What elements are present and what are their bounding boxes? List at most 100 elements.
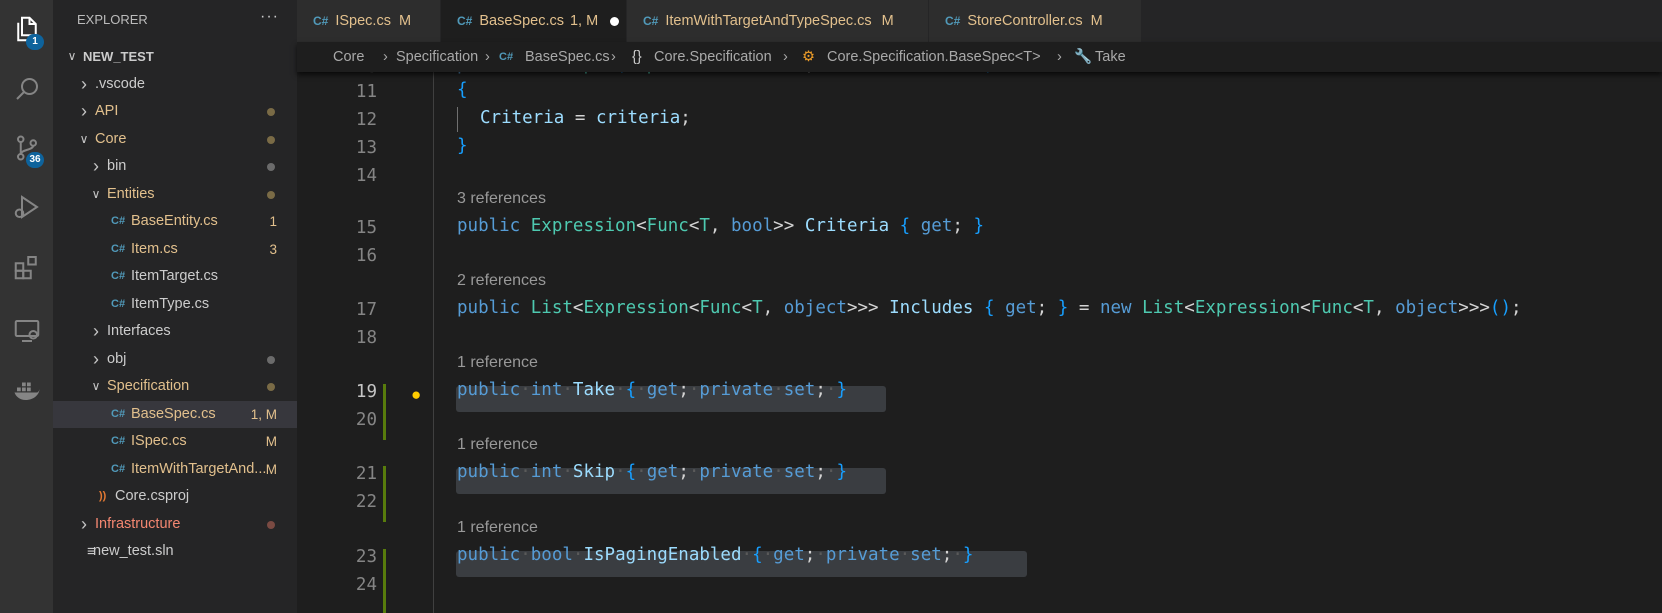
codelens-references[interactable]: 3 references <box>457 190 546 208</box>
code-line-21[interactable]: public·int·Skip·{·get;·private·set;·} <box>457 462 847 482</box>
git-status-decoration: 1 <box>269 214 277 229</box>
file-tree: ∨ NEW_TEST › .vscode › API ∨ Core › bin ∨ Entities C… <box>53 43 297 566</box>
tab-basespec[interactable]: C# BaseSpec.cs 1, M <box>441 0 627 42</box>
line-number: 21 <box>355 464 377 484</box>
codelens-references[interactable]: 2 references <box>457 272 546 290</box>
tree-item-itemtype-cs[interactable]: C# ItemType.cs <box>53 291 297 319</box>
chevron-right-icon: › <box>93 321 99 341</box>
code-line-15[interactable]: public Expression<Func<T, bool>> Criteri… <box>457 216 984 236</box>
tree-item-label: Core <box>95 130 127 147</box>
breadcrumb-class[interactable]: Core.Specification.BaseSpec<T> <box>827 42 1041 72</box>
extensions-icon <box>14 256 37 280</box>
explorer-sidebar: EXPLORER ··· ∨ NEW_TEST › .vscode › API ∨ Core ›… <box>53 0 297 613</box>
git-status-decoration: M <box>265 434 277 449</box>
breadcrumb-namespace[interactable]: Core.Specification <box>654 42 772 72</box>
code-line-23[interactable]: public·bool·IsPagingEnabled·{·get;·priva… <box>457 545 973 565</box>
tree-item-infrastructure[interactable]: › Infrastructure <box>53 511 297 539</box>
chevron-right-icon: › <box>93 348 99 369</box>
chevron-down-icon: ∨ <box>91 379 101 393</box>
tree-item-basespec-cs[interactable]: C# BaseSpec.cs 1, M <box>53 400 297 428</box>
source-control-activity[interactable]: 36 <box>0 124 53 172</box>
tree-item-vscode[interactable]: › .vscode <box>53 71 297 99</box>
line-number: 24 <box>355 575 377 595</box>
line-number: 18 <box>355 328 377 348</box>
tree-item-bin[interactable]: › bin <box>53 153 297 181</box>
breadcrumb-property[interactable]: Take <box>1095 42 1126 72</box>
modified-dot-icon <box>267 135 275 144</box>
tree-item-core-csproj[interactable]: )) Core.csproj <box>53 483 297 511</box>
tree-item-label: API <box>95 103 119 119</box>
tree-item-label: Interfaces <box>107 323 171 339</box>
tree-item-obj[interactable]: › obj <box>53 346 297 374</box>
tree-item-label: bin <box>107 158 127 174</box>
tree-item-baseentity-cs[interactable]: C# BaseEntity.cs 1 <box>53 208 297 236</box>
property-wrench-icon: 🔧 <box>1074 49 1093 65</box>
code-line-19[interactable]: public·int·Take·{·get;·private·set;·} <box>457 380 847 400</box>
tree-item-interfaces[interactable]: › Interfaces <box>53 318 297 346</box>
tree-item-core[interactable]: ∨ Core <box>53 126 297 154</box>
tree-item-itemwithtargetand[interactable]: C# ItemWithTargetAnd... M <box>53 456 297 484</box>
modified-dot-icon <box>267 383 275 391</box>
code-editor[interactable]: ● 10 11 12 13 14 15 16 17 18 19 20 21 22… <box>297 72 1662 613</box>
tab-itemwithtargetandtypespec[interactable]: C# ItemWithTargetAndTypeSpec.cs M <box>627 0 929 42</box>
modified-dot-icon <box>267 355 275 364</box>
chevron-right-icon: › <box>81 513 87 534</box>
class-icon: ⚙ <box>802 49 815 65</box>
chevron-down-icon: ∨ <box>79 131 89 146</box>
chevron-right-icon: › <box>81 73 87 94</box>
tab-label: ISpec.cs <box>335 13 391 29</box>
code-line-12[interactable]: Criteria = criteria; <box>480 108 691 128</box>
explorer-title: EXPLORER <box>77 12 148 27</box>
codelens-references[interactable]: 1 reference <box>457 354 538 372</box>
activity-bar: 1 36 <box>0 0 53 613</box>
breadcrumb-core[interactable]: Core <box>333 42 364 72</box>
modified-dot-icon <box>267 108 275 116</box>
tab-label: BaseSpec.cs <box>479 13 564 29</box>
csharp-file-icon: C# <box>111 270 126 282</box>
git-added-bar <box>383 466 386 522</box>
chevron-right-icon: › <box>1057 49 1062 65</box>
csharp-file-icon: C# <box>643 14 659 28</box>
code-line-10[interactable]: public BaseSpec(Expression<Func<T, bool>… <box>457 72 995 75</box>
breadcrumb-specification[interactable]: Specification <box>396 42 478 72</box>
explorer-badge: 1 <box>26 34 44 50</box>
tree-item-itemtarget-cs[interactable]: C# ItemTarget.cs <box>53 263 297 291</box>
modified-dot-icon <box>267 190 275 199</box>
chevron-right-icon: › <box>783 49 788 65</box>
csharp-file-icon: C# <box>313 14 329 28</box>
codelens-references[interactable]: 1 reference <box>457 519 538 537</box>
breadcrumb-file[interactable]: BaseSpec.cs <box>525 42 610 72</box>
remote-explorer-activity[interactable] <box>0 307 53 355</box>
csharp-file-icon: C# <box>111 297 126 310</box>
more-actions-icon[interactable]: ··· <box>260 8 279 26</box>
line-number: 17 <box>355 300 377 320</box>
docker-activity[interactable] <box>0 366 53 414</box>
tree-item-label: Core.csproj <box>115 488 190 504</box>
tree-item-ispec-cs[interactable]: C# ISpec.cs M <box>53 428 297 456</box>
tree-item-item-cs[interactable]: C# Item.cs 3 <box>53 236 297 264</box>
active-indent-guide <box>457 107 458 132</box>
tree-item-label: NEW_TEST <box>83 49 154 64</box>
tab-label: StoreController.cs <box>967 13 1083 29</box>
explorer-activity[interactable]: 1 <box>0 5 53 53</box>
line-number: 22 <box>355 492 377 512</box>
extensions-activity[interactable] <box>0 243 53 291</box>
code-line-11[interactable]: { <box>457 80 468 100</box>
codelens-references[interactable]: 1 reference <box>457 436 538 454</box>
search-activity[interactable] <box>0 65 53 113</box>
tab-storecontroller[interactable]: C# StoreController.cs M <box>929 0 1142 42</box>
tree-item-entities[interactable]: ∨ Entities <box>53 181 297 209</box>
unsaved-changes-dot[interactable] <box>610 16 620 26</box>
editor-tabs: C# ISpec.cs M C# BaseSpec.cs 1, M C# Ite… <box>297 0 1662 42</box>
run-debug-activity[interactable] <box>0 183 53 231</box>
tab-ispec[interactable]: C# ISpec.cs M <box>297 0 441 42</box>
tree-item-new-test[interactable]: ∨ NEW_TEST <box>53 43 297 71</box>
lightbulb-icon[interactable]: ● <box>411 385 421 405</box>
code-line-17[interactable]: public List<Expression<Func<T, object>>>… <box>457 298 1522 318</box>
tree-item-specification[interactable]: ∨ Specification <box>53 373 297 401</box>
tree-item-new-test-sln[interactable]: ≡ new_test.sln <box>53 538 297 566</box>
tab-status: 1, M <box>569 13 599 29</box>
git-added-bar <box>383 549 386 613</box>
tree-item-api[interactable]: › API <box>53 98 297 126</box>
code-line-13[interactable]: } <box>457 136 468 156</box>
